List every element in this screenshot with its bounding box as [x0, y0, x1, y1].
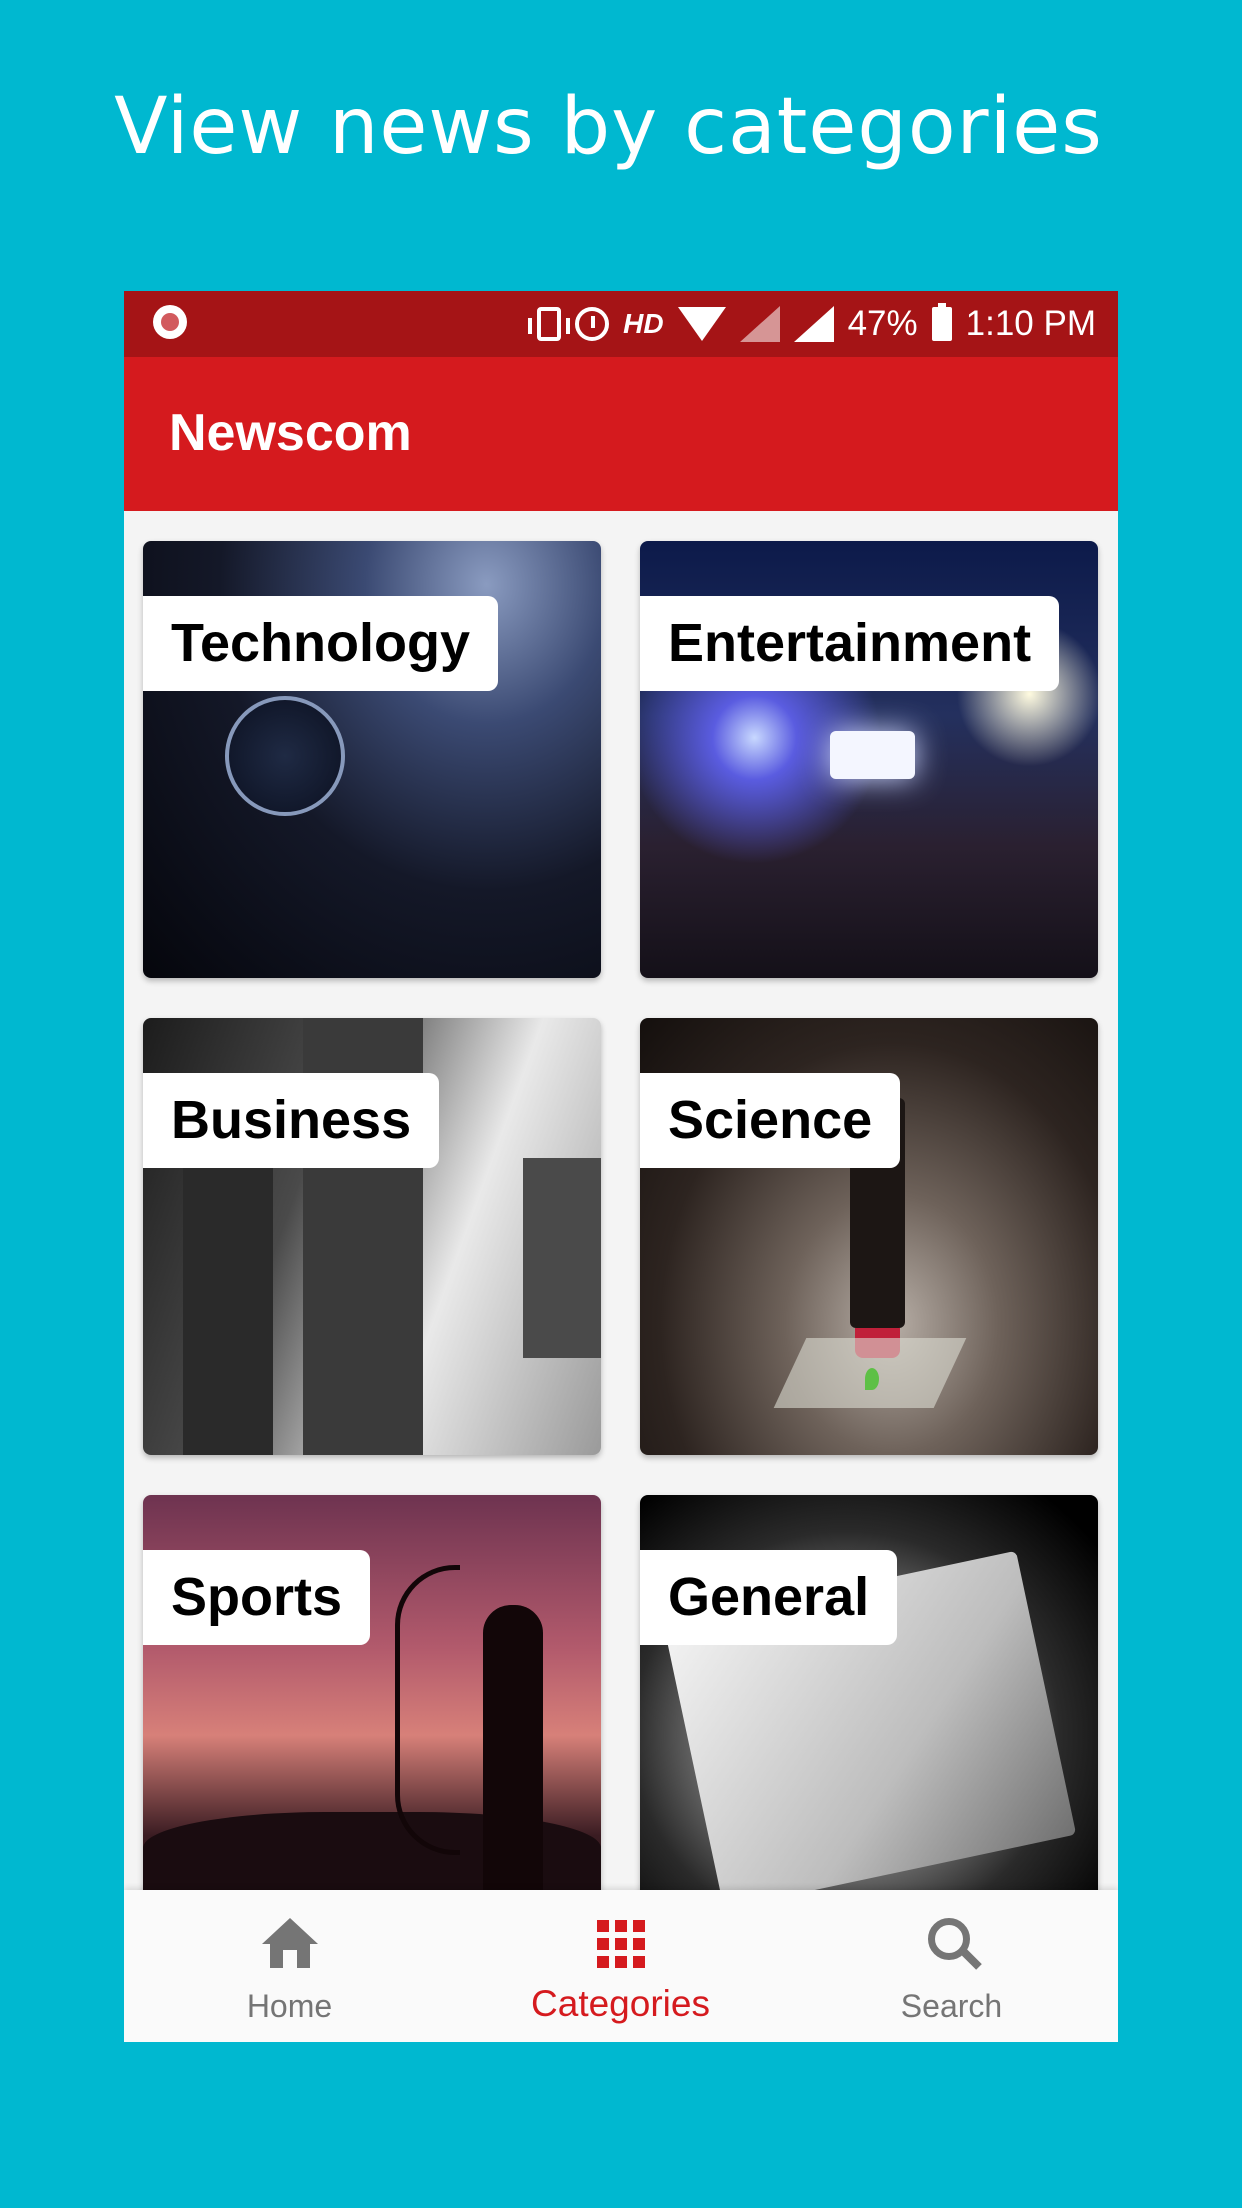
- category-label: Entertainment: [640, 596, 1060, 691]
- category-card-entertainment[interactable]: Entertainment: [640, 541, 1098, 978]
- category-label: Science: [640, 1073, 901, 1168]
- nav-home[interactable]: Home: [124, 1890, 455, 2042]
- category-card-general[interactable]: General: [640, 1495, 1098, 1932]
- category-grid: Technology Entertainment Business Scienc…: [124, 511, 1118, 1932]
- nav-label: Search: [900, 1988, 1003, 2024]
- leaf-sample: [865, 1368, 879, 1390]
- search-icon: [924, 1918, 982, 1970]
- archer-silhouette: [483, 1605, 543, 1905]
- app-title: Newscom: [169, 404, 412, 462]
- grid-icon: [593, 1918, 649, 1970]
- promo-headline: View news by categories: [114, 82, 1103, 172]
- app-bar: Newscom: [124, 357, 1118, 511]
- category-label: General: [640, 1550, 898, 1645]
- nav-categories[interactable]: Categories: [455, 1890, 786, 2042]
- hd-icon: HD: [623, 308, 664, 339]
- bow-silhouette: [395, 1565, 460, 1855]
- signal-icon: [793, 306, 834, 342]
- category-label: Sports: [143, 1550, 371, 1645]
- nav-search[interactable]: Search: [786, 1890, 1117, 2042]
- nav-label: Categories: [531, 1983, 710, 2024]
- category-card-sports[interactable]: Sports: [143, 1495, 601, 1932]
- bottom-navigation: Home Categories Search: [124, 1890, 1118, 2042]
- alarm-icon: [575, 307, 610, 341]
- category-card-technology[interactable]: Technology: [143, 541, 601, 978]
- battery-percent: 47%: [847, 304, 918, 343]
- category-label: Business: [143, 1073, 440, 1168]
- battery-icon: [931, 303, 952, 341]
- watch-image: [225, 696, 345, 816]
- status-icons: HD 47% 1:10 PM: [528, 291, 1096, 357]
- category-card-business[interactable]: Business: [143, 1018, 601, 1455]
- screen-record-icon: [153, 305, 187, 339]
- nav-label: Home: [246, 1988, 333, 2024]
- status-bar: HD 47% 1:10 PM: [124, 291, 1118, 357]
- category-card-science[interactable]: Science: [640, 1018, 1098, 1455]
- building-image: [523, 1158, 601, 1358]
- home-icon: [261, 1918, 318, 1970]
- no-signal-icon: [739, 306, 780, 342]
- concert-phone-image: [830, 731, 915, 779]
- vibrate-icon: [528, 307, 571, 341]
- building-image: [183, 1168, 273, 1455]
- status-time: 1:10 PM: [965, 304, 1096, 343]
- category-label: Technology: [143, 596, 499, 691]
- phone-screen: HD 47% 1:10 PM Newscom Technology Entert…: [124, 291, 1118, 2042]
- wifi-icon: [677, 307, 726, 341]
